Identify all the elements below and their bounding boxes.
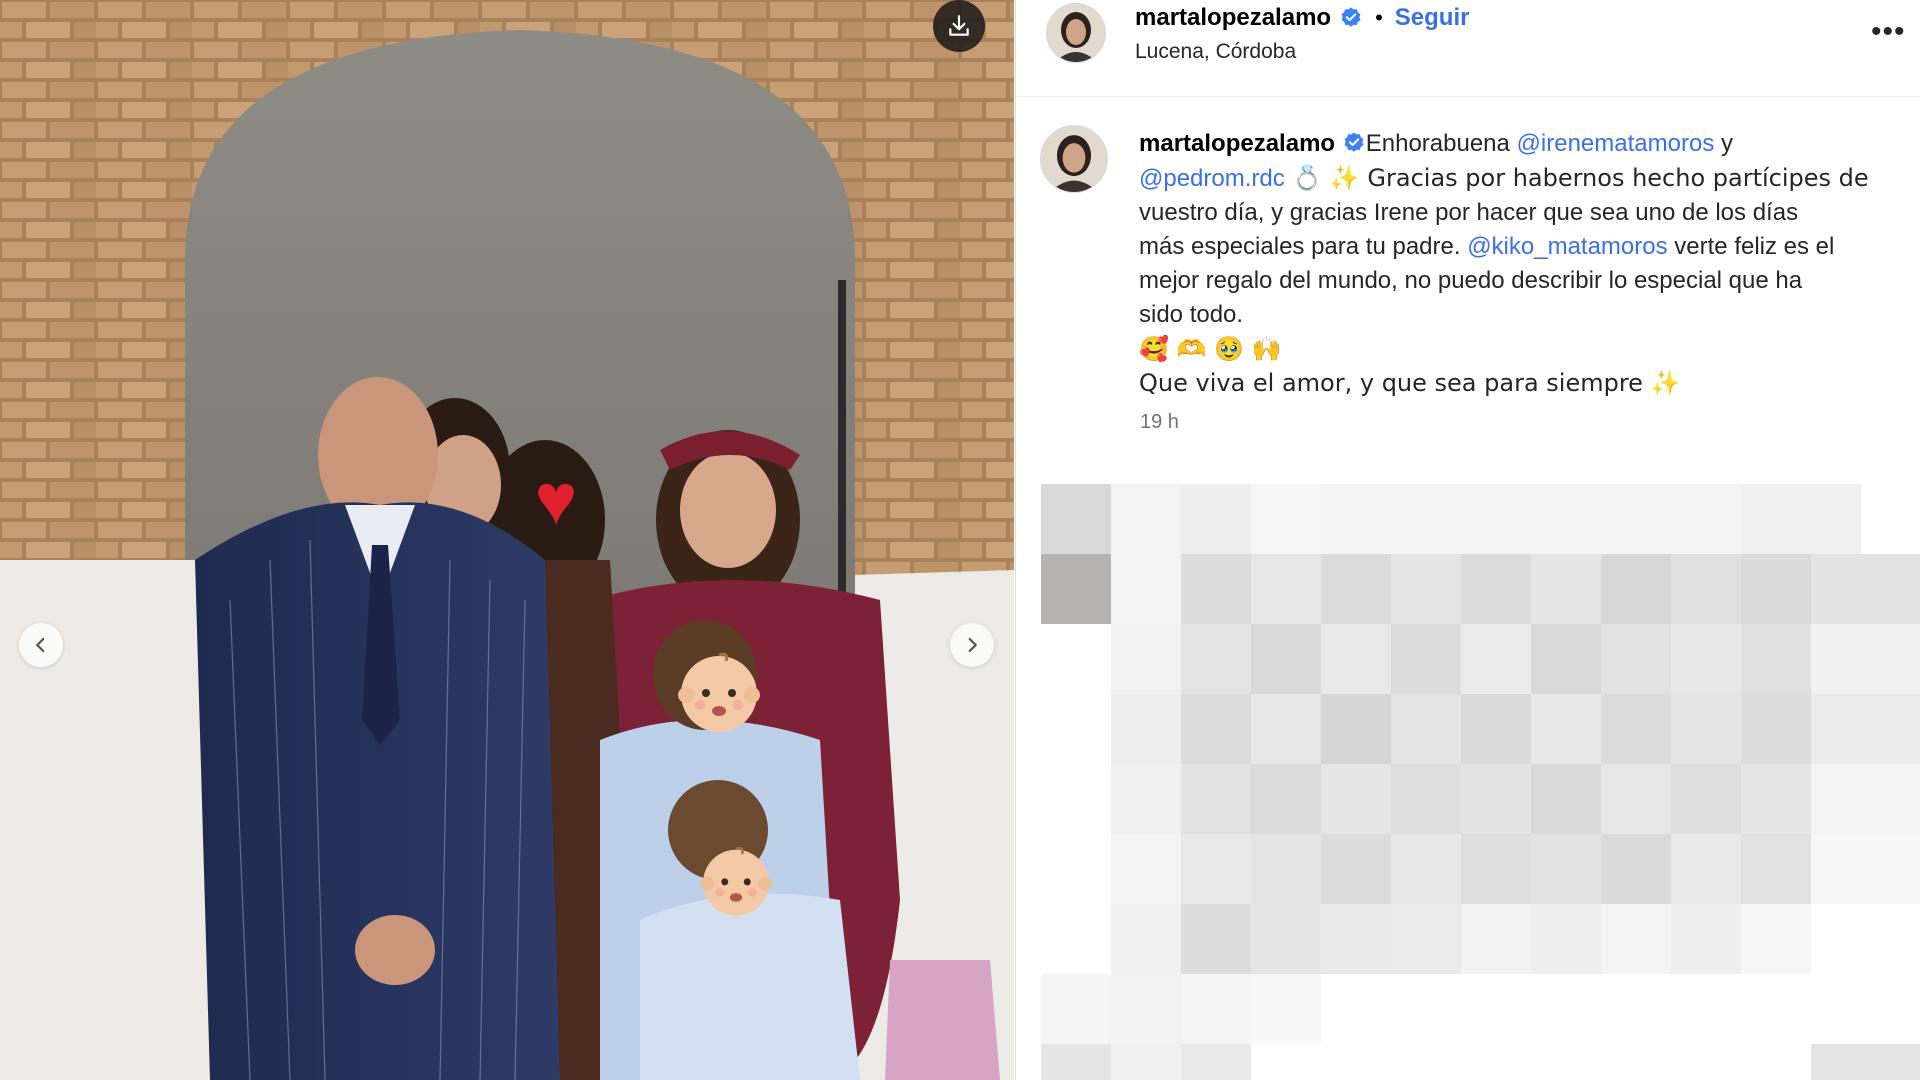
post-header: martalopezalamo • Seguir [1135, 0, 1469, 36]
post-location[interactable]: Lucena, Córdoba [1135, 40, 1296, 64]
caption-line: sido todo. [1139, 301, 1244, 328]
caption-line: @pedrom.rdc 💍 ✨ Gracias por habernos hec… [1139, 161, 1899, 196]
chevron-right-icon [968, 637, 977, 653]
mention-link[interactable]: @pedrom.rdc [1139, 165, 1285, 192]
download-button[interactable] [933, 0, 985, 52]
chevron-left-icon [36, 637, 45, 653]
caption-text: verte feliz es el [1667, 233, 1835, 260]
follow-button[interactable]: Seguir [1395, 4, 1470, 32]
baby-face-sticker [691, 836, 781, 926]
caption-author-avatar[interactable] [1040, 125, 1108, 193]
caption-line: martalopezalamo Enhorabuena @irenematamo… [1139, 127, 1899, 161]
mention-link[interactable]: @kiko_matamoros [1467, 233, 1667, 260]
baby-face-sticker [669, 642, 769, 742]
next-image-button[interactable] [950, 623, 994, 667]
author-username[interactable]: martalopezalamo [1135, 4, 1331, 32]
caption-line: vuestro día, y gracias Irene por hacer q… [1139, 199, 1799, 226]
caption-line: mejor regalo del mundo, no puedo describ… [1139, 267, 1803, 294]
heart-sticker: ♥ [534, 460, 578, 540]
photo-scene [0, 0, 1014, 1080]
caption-text: Enhorabuena [1365, 130, 1517, 157]
author-avatar[interactable] [1046, 3, 1106, 63]
verified-badge-icon [1339, 6, 1363, 30]
post-timestamp[interactable]: 19 h [1140, 411, 1179, 434]
caption-username[interactable]: martalopezalamo [1139, 130, 1335, 157]
header-separator: • [1375, 5, 1383, 30]
header-divider [1016, 96, 1920, 97]
more-options-icon[interactable]: ••• [1871, 17, 1906, 47]
caption-line: Que viva el amor, y que sea para siempre… [1139, 369, 1681, 397]
previous-image-button[interactable] [19, 623, 63, 667]
caption-text: y [1714, 130, 1733, 157]
pixelated-comments [1041, 484, 1920, 1080]
post-side-panel: martalopezalamo • Seguir Lucena, Córdoba… [1015, 0, 1920, 1080]
mention-link[interactable]: @irenematamoros [1517, 130, 1715, 157]
caption-emoji-line: 🥰 🫶 🥹 🙌 [1139, 335, 1282, 363]
caption-line: más especiales para tu padre. @kiko_mata… [1139, 230, 1899, 264]
post-photo: ♥ [0, 0, 1014, 1080]
verified-badge-icon [1342, 131, 1366, 155]
caption-text: 💍 ✨ Gracias por habernos hecho partícipe… [1284, 164, 1869, 192]
caption-text: más especiales para tu padre. [1139, 233, 1468, 260]
download-icon [949, 15, 969, 36]
post-caption: martalopezalamo Enhorabuena @irenematamo… [1139, 127, 1899, 400]
